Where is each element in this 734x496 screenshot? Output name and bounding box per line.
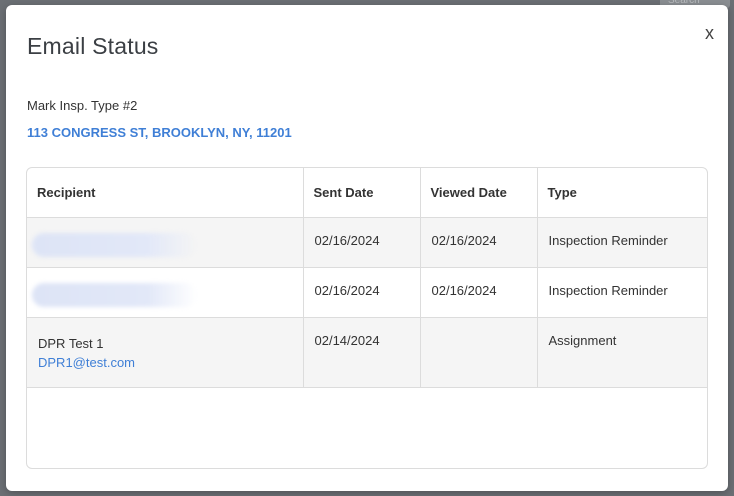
- recipient-cell: DPR Test 1 DPR1@test.com: [27, 317, 304, 388]
- email-status-table: Recipient Sent Date Viewed Date Type 02/…: [27, 168, 707, 388]
- table-row: DPR Test 1 DPR1@test.com 02/14/2024 Assi…: [27, 317, 707, 388]
- recipient-cell: [27, 267, 304, 318]
- viewed-date-cell: 02/16/2024: [420, 267, 538, 318]
- email-status-modal: Email Status x Mark Insp. Type #2 113 CO…: [6, 5, 728, 491]
- sent-date-cell: 02/16/2024: [303, 217, 421, 268]
- type-cell: Inspection Reminder: [537, 267, 707, 318]
- modal-title: Email Status: [27, 33, 159, 59]
- close-button[interactable]: x: [705, 23, 714, 43]
- viewed-date-cell: [420, 317, 538, 388]
- header-type: Type: [537, 168, 707, 218]
- recipient-cell: [27, 217, 304, 268]
- table-row: 02/16/2024 02/16/2024 Inspection Reminde…: [27, 217, 707, 268]
- redacted-recipient: [32, 232, 197, 257]
- email-status-table-container: Recipient Sent Date Viewed Date Type 02/…: [26, 167, 708, 469]
- inspection-type-label: Mark Insp. Type #2: [27, 98, 138, 113]
- header-recipient: Recipient: [27, 168, 304, 218]
- table-row: 02/16/2024 02/16/2024 Inspection Reminde…: [27, 267, 707, 318]
- recipient-email-link[interactable]: DPR1@test.com: [38, 355, 292, 370]
- header-viewed-date: Viewed Date: [420, 168, 538, 218]
- type-cell: Inspection Reminder: [537, 217, 707, 268]
- recipient-name: DPR Test 1: [38, 335, 104, 351]
- viewed-date-cell: 02/16/2024: [420, 217, 538, 268]
- sent-date-cell: 02/16/2024: [303, 267, 421, 318]
- table-header-row: Recipient Sent Date Viewed Date Type: [27, 168, 707, 218]
- sent-date-cell: 02/14/2024: [303, 317, 421, 388]
- redacted-recipient: [32, 282, 197, 307]
- type-cell: Assignment: [537, 317, 707, 388]
- header-sent-date: Sent Date: [303, 168, 421, 218]
- address-link[interactable]: 113 CONGRESS ST, BROOKLYN, NY, 11201: [27, 125, 292, 140]
